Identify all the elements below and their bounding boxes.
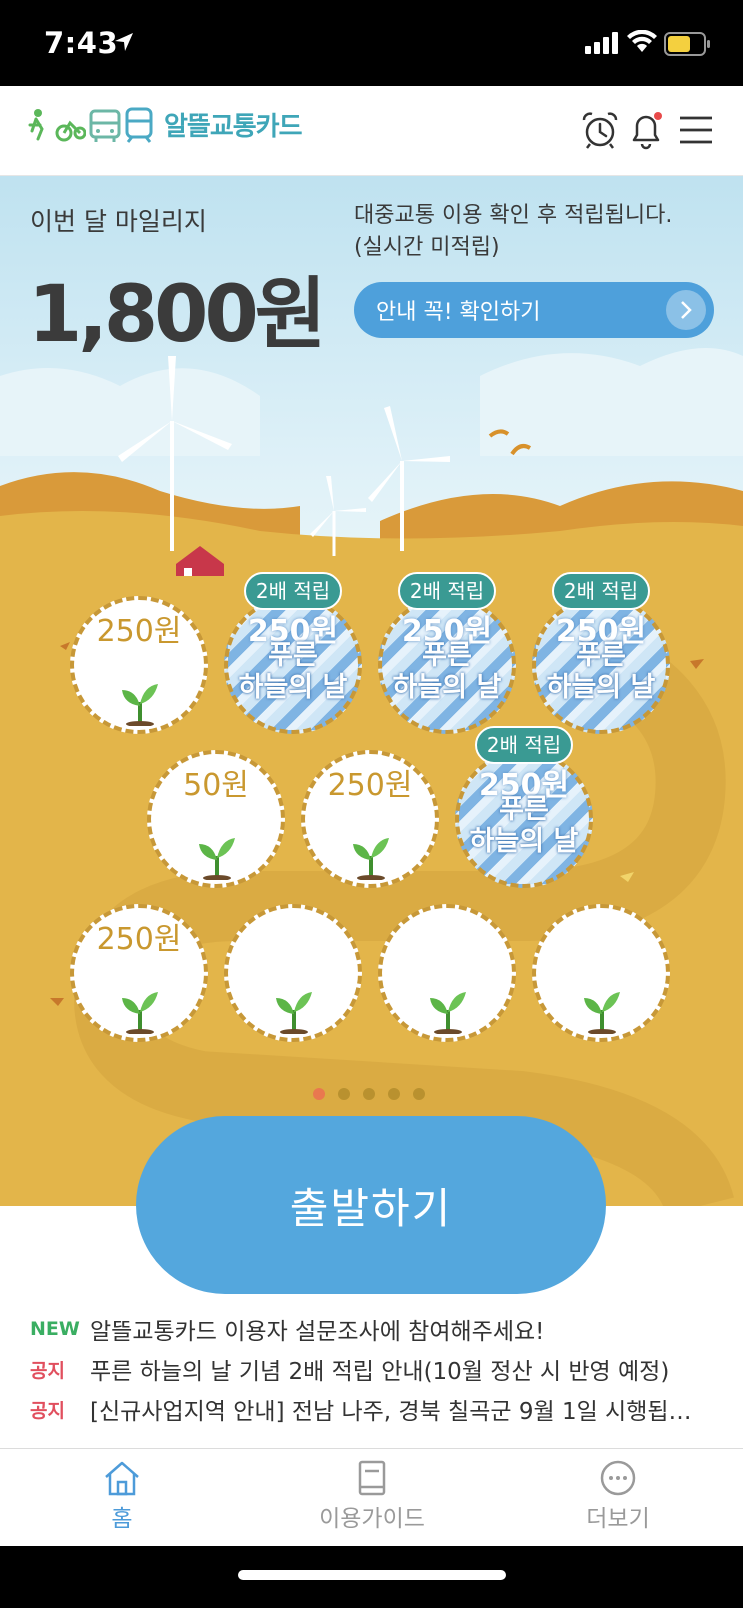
mileage-coin[interactable]: 250원 푸른 하늘의 날 (532, 596, 670, 734)
accrual-notice-line1: 대중교통 이용 확인 후 적립됩니다. (354, 203, 673, 228)
sprout-icon (349, 830, 393, 884)
coin-amount: 250원 (96, 922, 182, 957)
coin-event-title: 푸른 하늘의 날 (546, 640, 656, 703)
alarm-clock-icon (582, 112, 618, 149)
accrual-notice-line2: (실시간 미적립) (354, 235, 500, 260)
sprout-icon (195, 830, 239, 884)
mileage-amount: 1,800원 (28, 270, 326, 360)
mileage-coin[interactable]: 50원 (147, 750, 285, 888)
cellular-signal-icon (585, 32, 618, 54)
start-button-label: 출발하기 (289, 1183, 453, 1233)
location-arrow-icon (115, 33, 133, 51)
mileage-coin[interactable]: 250원 푸른 하늘의 날 (378, 596, 516, 734)
home-icon (105, 1461, 139, 1496)
mileage-label: 이번 달 마일리지 (30, 207, 207, 236)
menu-icon (680, 116, 712, 144)
page-indicator (313, 1088, 425, 1100)
notice-item[interactable]: 공지 푸른 하늘의 날 기념 2배 적립 안내(10월 정산 시 반영 예정) (30, 1352, 669, 1386)
tab-home-label: 홈 (111, 1506, 133, 1532)
sprout-icon (580, 984, 624, 1038)
status-bar: 7:43 (0, 0, 743, 86)
logo-text: 알뜰교통카드 (164, 112, 303, 142)
coin-event-title: 푸른 하늘의 날 (469, 794, 579, 857)
double-accrual-badge: 2배 적립 (398, 572, 496, 610)
page-dot[interactable] (413, 1088, 425, 1100)
wifi-icon (627, 30, 657, 52)
double-accrual-badge: 2배 적립 (475, 726, 573, 764)
tab-more-label: 더보기 (586, 1506, 650, 1532)
notice-title: [신규사업지역 안내] 전남 나주, 경북 칠곡군 9월 1일 시행됩니… (90, 1399, 710, 1425)
accrual-notice: 대중교통 이용 확인 후 적립됩니다. (실시간 미적립) (354, 200, 672, 264)
notice-tag: 공지 (30, 1399, 65, 1422)
notification-button[interactable] (624, 108, 668, 152)
battery-icon (664, 32, 710, 56)
mileage-coin[interactable] (532, 904, 670, 1042)
mileage-coin[interactable]: 250원 푸른 하늘의 날 (455, 750, 593, 888)
start-button[interactable]: 출발하기 (136, 1116, 606, 1294)
mileage-hero: 이번 달 마일리지 1,800원 대중교통 이용 확인 후 적립됩니다. (실시… (0, 176, 743, 1206)
mileage-coin[interactable]: 250원 (70, 904, 208, 1042)
guide-button-label: 안내 꼭! 확인하기 (376, 300, 541, 325)
coin-amount: 50원 (183, 768, 249, 803)
app-header: 알뜰교통카드 (0, 86, 743, 176)
page-dot[interactable] (313, 1088, 325, 1100)
alarm-button[interactable] (578, 108, 622, 152)
bike-icon (28, 108, 86, 141)
tab-home[interactable]: 홈 (42, 1459, 202, 1533)
notice-title: 푸른 하늘의 날 기념 2배 적립 안내(10월 정산 시 반영 예정) (90, 1359, 670, 1385)
bus-icon (89, 109, 121, 142)
sprout-icon (426, 984, 470, 1038)
notice-tag: 공지 (30, 1359, 65, 1382)
sprout-icon (118, 984, 162, 1038)
train-icon (125, 107, 153, 143)
double-accrual-badge: 2배 적립 (552, 572, 650, 610)
notice-item[interactable]: NEW 알뜰교통카드 이용자 설문조사에 참여해주세요! (30, 1312, 544, 1346)
mileage-coin[interactable]: 250원 (70, 596, 208, 734)
tab-guide[interactable]: 이용가이드 (292, 1459, 452, 1533)
tab-more[interactable]: 더보기 (538, 1459, 698, 1533)
page-dot[interactable] (338, 1088, 350, 1100)
notification-dot (654, 112, 662, 120)
mileage-coin[interactable] (224, 904, 362, 1042)
mileage-coin[interactable] (378, 904, 516, 1042)
coin-event-title: 푸른 하늘의 날 (238, 640, 348, 703)
notice-item[interactable]: 공지 [신규사업지역 안내] 전남 나주, 경북 칠곡군 9월 1일 시행됩니… (30, 1392, 710, 1426)
menu-button[interactable] (674, 108, 718, 152)
notice-tag: NEW (30, 1318, 80, 1340)
chevron-right-icon (666, 290, 706, 330)
more-icon (600, 1460, 636, 1496)
coin-amount: 250원 (327, 768, 413, 803)
home-indicator[interactable] (238, 1570, 506, 1580)
bell-icon (632, 112, 662, 150)
sprout-icon (118, 676, 162, 730)
coin-event-title: 푸른 하늘의 날 (392, 640, 502, 703)
notice-title: 알뜰교통카드 이용자 설문조사에 참여해주세요! (90, 1319, 545, 1345)
page-dot[interactable] (388, 1088, 400, 1100)
coin-amount: 250원 (96, 614, 182, 649)
tab-guide-label: 이용가이드 (319, 1506, 425, 1532)
guide-button[interactable]: 안내 꼭! 확인하기 (354, 282, 714, 338)
sprout-icon (272, 984, 316, 1038)
mileage-coin[interactable]: 250원 푸른 하늘의 날 (224, 596, 362, 734)
home-indicator-area (0, 1546, 743, 1608)
page-dot[interactable] (363, 1088, 375, 1100)
book-icon (358, 1460, 386, 1496)
double-accrual-badge: 2배 적립 (244, 572, 342, 610)
app-logo[interactable]: 알뜰교통카드 (28, 106, 303, 143)
bottom-tab-bar: 홈 이용가이드 더보기 (0, 1448, 743, 1546)
status-time: 7:43 (44, 26, 119, 60)
mileage-coin[interactable]: 250원 (301, 750, 439, 888)
